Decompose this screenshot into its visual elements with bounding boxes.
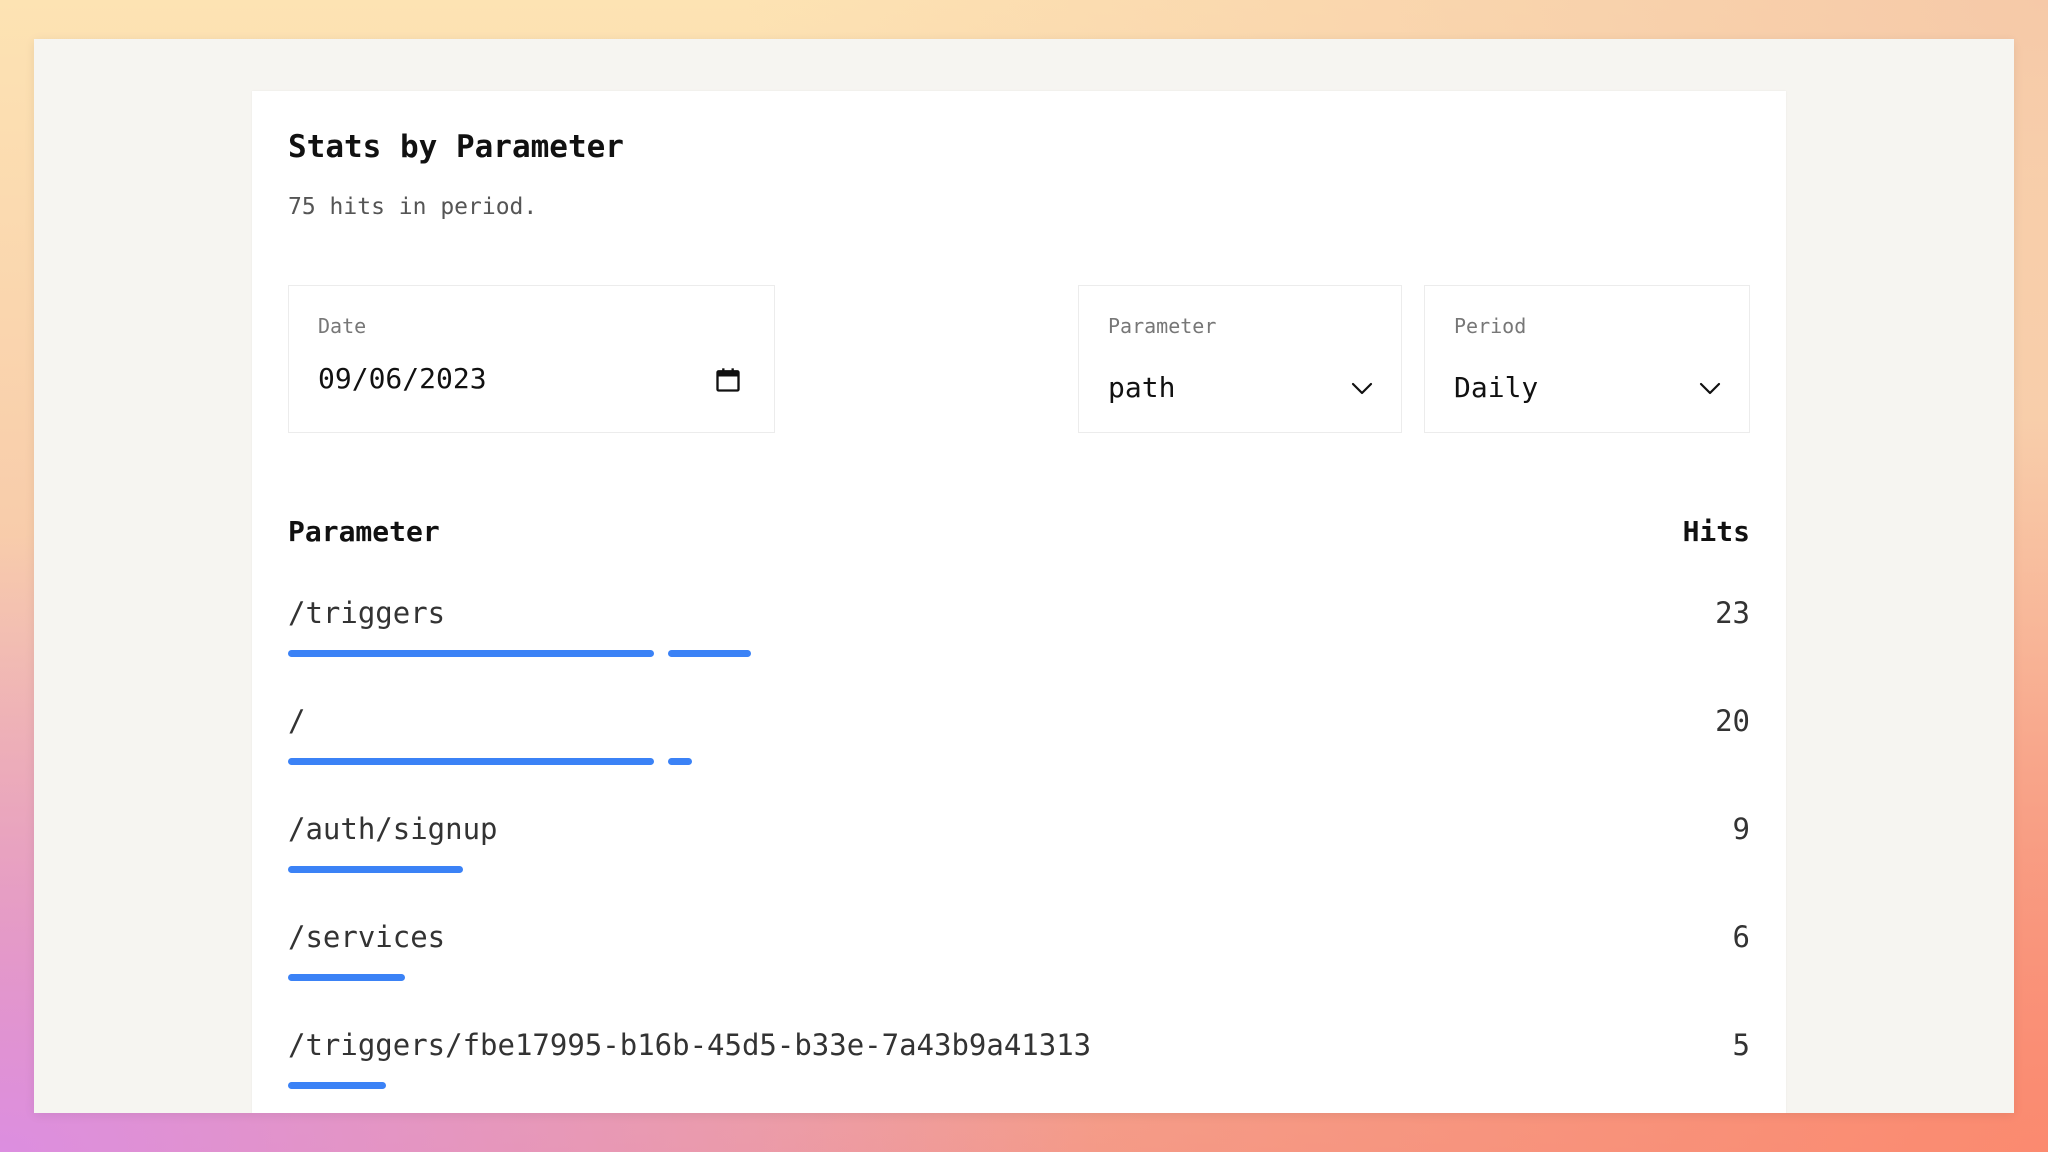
table-row[interactable]: /triggers/fbe17995-b16b-45d5-b33e-7a43b9… — [288, 1028, 1750, 1113]
table-row[interactable]: / 20 — [288, 704, 1750, 812]
period-select[interactable]: Period Daily — [1424, 285, 1750, 433]
hits-value: 5 — [1732, 1028, 1750, 1062]
stats-list: /triggers 23 / 20/auth/signup 9/services 6/tr… — [288, 596, 1750, 1113]
table-row[interactable]: /auth/signup 9 — [288, 812, 1750, 920]
hits-value: 6 — [1732, 920, 1750, 954]
parameter-label: / — [288, 704, 306, 738]
hits-bar-segment — [668, 650, 751, 657]
parameter-column-header: Parameter — [288, 515, 440, 548]
hits-bar-segment — [288, 650, 654, 657]
parameter-label: Parameter — [1108, 314, 1217, 338]
stats-card: Stats by Parameter 75 hits in period. Da… — [252, 91, 1786, 1113]
hits-bar-segment — [668, 758, 693, 765]
parameter-label: /auth/signup — [288, 812, 498, 846]
app-window: Stats by Parameter 75 hits in period. Da… — [34, 39, 2014, 1113]
date-label: Date — [318, 314, 367, 338]
hits-bar — [288, 1082, 1749, 1089]
hits-column-header: Hits — [1682, 515, 1750, 548]
hits-bar-segment — [288, 866, 464, 873]
hits-bar-segment — [288, 974, 405, 981]
parameter-value: path — [1108, 371, 1176, 404]
hits-bar — [288, 758, 1749, 765]
chevron-down-icon — [1351, 382, 1373, 395]
hits-bar — [288, 974, 1749, 981]
hits-value: 23 — [1715, 596, 1750, 630]
parameter-label: /triggers/fbe17995-b16b-45d5-b33e-7a43b9… — [288, 1028, 1092, 1062]
parameter-label: /triggers — [288, 596, 446, 630]
hits-bar-segment — [288, 758, 654, 765]
table-row[interactable]: /services 6 — [288, 920, 1750, 1028]
date-input[interactable]: 09/06/2023 — [318, 362, 487, 395]
hits-value: 20 — [1715, 704, 1750, 738]
date-field[interactable]: Date 09/06/2023 — [288, 285, 775, 433]
period-value: Daily — [1454, 371, 1539, 404]
hits-summary: 75 hits in period. — [288, 194, 538, 220]
hits-bar-segment — [288, 1082, 386, 1089]
hits-value: 9 — [1732, 812, 1750, 846]
calendar-icon[interactable] — [714, 366, 742, 394]
hits-bar — [288, 866, 1749, 873]
chevron-down-icon — [1699, 382, 1721, 395]
parameter-label: /services — [288, 920, 446, 954]
period-label: Period — [1454, 314, 1527, 338]
table-row[interactable]: /triggers 23 — [288, 596, 1750, 704]
parameter-select[interactable]: Parameter path — [1078, 285, 1402, 433]
page-title: Stats by Parameter — [288, 129, 624, 165]
hits-bar — [288, 650, 1749, 657]
